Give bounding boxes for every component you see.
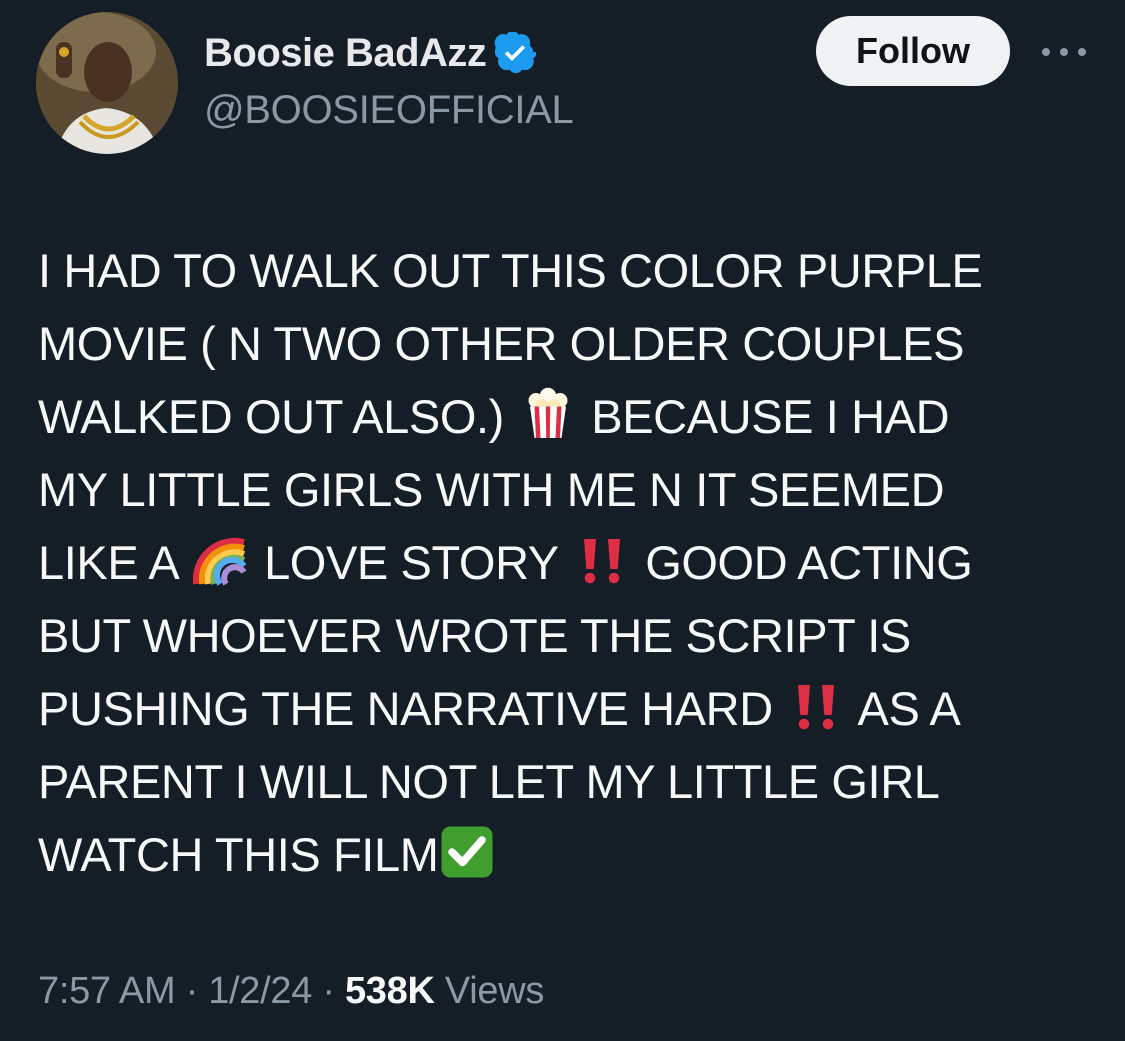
views-label: Views bbox=[444, 970, 545, 1012]
tweet-text-segment: PUSHING THE NARRATIVE HARD bbox=[38, 682, 773, 735]
tweet-text-segment: BECAUSE I HAD bbox=[591, 390, 950, 443]
tweet-text-segment: WATCH THIS FILM bbox=[38, 828, 439, 881]
tweet-time[interactable]: 7:57 AM bbox=[38, 970, 176, 1012]
dot bbox=[1060, 48, 1068, 56]
tweet-text-segment: LOVE STORY bbox=[264, 536, 558, 589]
tweet-meta: 7:57 AM · 1/2/24 · 538K Views bbox=[38, 970, 544, 1013]
tweet-text: I HAD TO WALK OUT THIS COLOR PURPLE MOVI… bbox=[38, 234, 1108, 891]
tweet-line: PUSHING THE NARRATIVE HARD AS A bbox=[38, 672, 1108, 745]
tweet-text-segment: I HAD TO WALK OUT THIS COLOR PURPLE bbox=[38, 244, 983, 297]
tweet-date[interactable]: 1/2/24 bbox=[208, 970, 312, 1012]
tweet-text-segment: AS A bbox=[857, 682, 961, 735]
tweet-line: WATCH THIS FILM bbox=[38, 818, 1108, 891]
tweet-line: BUT WHOEVER WROTE THE SCRIPT IS bbox=[38, 599, 1108, 672]
profile-photo bbox=[36, 12, 178, 154]
separator: · bbox=[322, 970, 335, 1012]
rainbow-icon bbox=[193, 533, 247, 587]
tweet-text-segment: LIKE A bbox=[38, 536, 177, 589]
tweet-line: PARENT I WILL NOT LET MY LITTLE GIRL bbox=[38, 745, 1108, 818]
tweet-text-segment: PARENT I WILL NOT LET MY LITTLE GIRL bbox=[38, 755, 940, 808]
author-name-row[interactable]: Boosie BadAzz bbox=[204, 28, 537, 78]
separator: · bbox=[185, 970, 199, 1012]
double-exclamation-icon bbox=[575, 533, 629, 587]
tweet-text-segment: MY LITTLE GIRLS WITH ME N IT SEEMED bbox=[38, 463, 945, 516]
tweet-text-segment: WALKED OUT ALSO.) bbox=[38, 390, 504, 443]
tweet-text-segment: GOOD ACTING bbox=[645, 536, 973, 589]
tweet-line: I HAD TO WALK OUT THIS COLOR PURPLE bbox=[38, 234, 1108, 307]
check-mark-button-icon bbox=[440, 825, 494, 879]
tweet-line: LIKE A LOVE STORY GOOD ACTING bbox=[38, 526, 1108, 599]
dot bbox=[1078, 48, 1086, 56]
tweet-line: MY LITTLE GIRLS WITH ME N IT SEEMED bbox=[38, 453, 1108, 526]
follow-button[interactable]: Follow bbox=[816, 16, 1010, 86]
double-exclamation-icon bbox=[789, 679, 843, 733]
ellipsis-icon[interactable] bbox=[1036, 34, 1092, 70]
tweet-line: MOVIE ( N TWO OTHER OLDER COUPLES bbox=[38, 307, 1108, 380]
tweet-text-segment: MOVIE ( N TWO OTHER OLDER COUPLES bbox=[38, 317, 965, 370]
display-name[interactable]: Boosie BadAzz bbox=[204, 31, 487, 76]
avatar[interactable] bbox=[36, 12, 178, 154]
author-handle[interactable]: @BOOSIEOFFICIAL bbox=[204, 88, 574, 133]
tweet-text-segment: BUT WHOEVER WROTE THE SCRIPT IS bbox=[38, 609, 911, 662]
views-count[interactable]: 538K bbox=[345, 970, 435, 1012]
popcorn-icon bbox=[521, 387, 575, 441]
verified-badge-icon[interactable] bbox=[494, 32, 537, 74]
dot bbox=[1042, 48, 1050, 56]
tweet-line: WALKED OUT ALSO.) BECAUSE I HAD bbox=[38, 380, 1108, 453]
